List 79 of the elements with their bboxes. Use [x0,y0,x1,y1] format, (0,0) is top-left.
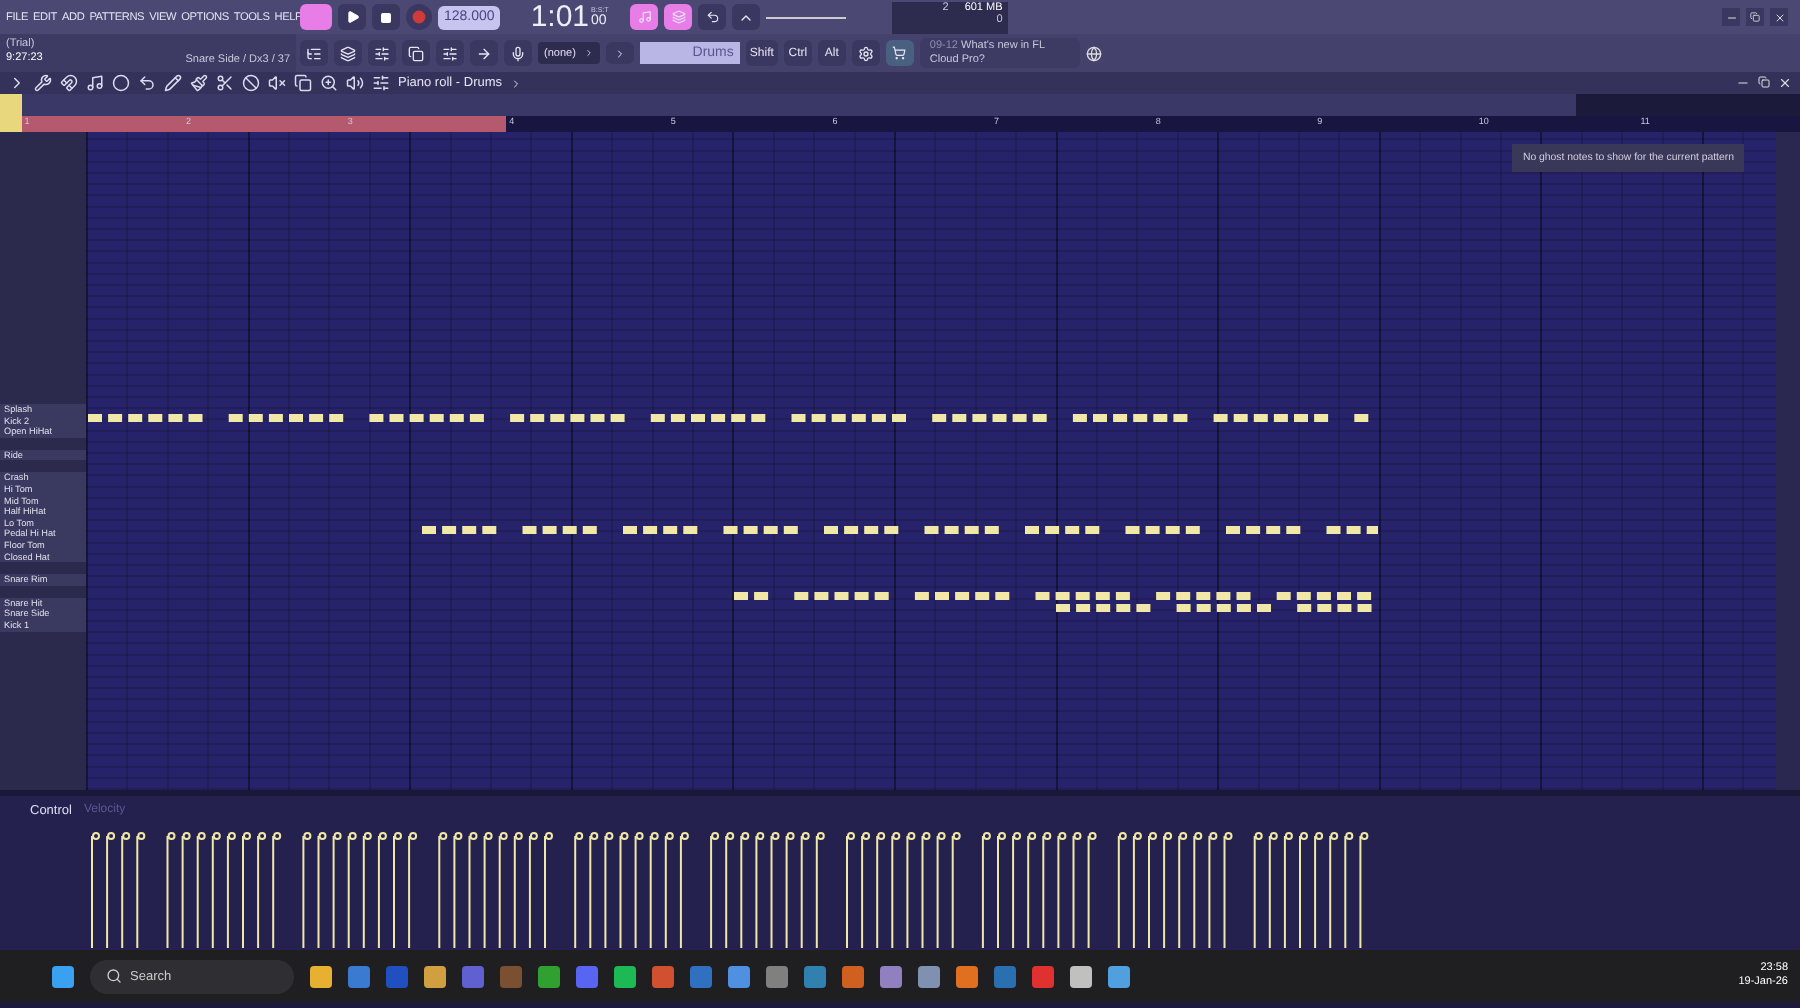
toolbar-button[interactable] [470,40,498,66]
record-icon [412,10,426,24]
app-icon[interactable] [804,965,826,987]
circle-icon[interactable] [112,74,130,92]
loop-button[interactable] [698,4,727,30]
app-icon[interactable] [614,965,636,987]
start-icon[interactable] [52,965,74,987]
mute-icon[interactable] [268,74,286,92]
pattern-mode-button[interactable] [300,4,332,30]
app-icon[interactable] [728,965,750,987]
stop-icon [380,11,392,23]
scroll-bar[interactable] [1776,132,1800,790]
zoom-icon[interactable] [320,74,338,92]
toolbar-button[interactable] [334,40,362,66]
cart-button[interactable] [885,40,914,66]
app-icon[interactable] [424,965,446,987]
wrench-icon[interactable] [34,74,52,92]
chevron-icon [583,48,594,58]
arrow-icon [476,45,492,61]
app-icon[interactable] [842,965,864,987]
chevron-icon [613,47,626,59]
note-icon [637,10,652,24]
speaker-icon[interactable] [346,74,364,92]
app-icon[interactable] [1108,965,1130,987]
chevron-icon[interactable] [8,74,26,92]
stop-button[interactable] [372,4,400,30]
close-icon [1773,11,1785,23]
pencil-icon[interactable] [164,74,182,92]
plugin-button[interactable] [851,40,880,66]
gear-icon [857,45,874,61]
restore-icon [1750,12,1760,22]
app-icon[interactable] [956,965,978,987]
copy-icon[interactable] [294,74,312,92]
toolbar-button[interactable] [436,40,464,66]
magnet-icon[interactable] [60,74,78,92]
note-icon[interactable] [86,74,104,92]
play-icon [345,10,359,24]
sliders-icon [442,45,458,61]
undo-icon[interactable] [138,74,156,92]
search-icon [106,968,122,984]
copy-icon [408,45,424,61]
app-icon[interactable] [880,965,902,987]
app-icon[interactable] [766,965,788,987]
close-button[interactable] [1770,8,1788,26]
scissors-icon[interactable] [216,74,234,92]
metronome-button[interactable] [732,4,761,30]
app-icon[interactable] [918,965,940,987]
undo-arrow-icon [705,10,720,24]
maximize-button[interactable] [1746,8,1764,26]
play-button[interactable] [338,4,366,30]
minimize-button[interactable] [1736,76,1750,90]
toolbar-button[interactable] [300,40,328,66]
minimize-button[interactable] [1722,8,1740,26]
step-view-button[interactable] [664,4,693,30]
app-icon[interactable] [310,965,332,987]
app-icon[interactable] [348,965,370,987]
app-icon[interactable] [1070,965,1092,987]
sliders-icon[interactable] [372,74,390,92]
app-icon[interactable] [652,965,674,987]
chevron-icon[interactable] [510,77,523,89]
ban-icon[interactable] [242,74,260,92]
close-button[interactable] [1778,76,1792,90]
toolbar-button[interactable] [402,40,430,66]
globe-icon[interactable] [1085,45,1102,61]
app-icon[interactable] [538,965,560,987]
time-display: 1:01 [530,2,590,32]
cart-icon [892,46,907,60]
maximize-button[interactable] [1758,76,1770,88]
microphone-icon [510,45,526,61]
brush-icon[interactable] [190,74,208,92]
minimize-icon [1725,11,1737,23]
toolbar-button[interactable] [368,40,396,66]
piano-view-button[interactable] [630,4,659,30]
layers-icon [671,10,686,24]
layers-icon [340,45,356,61]
sliders-icon [374,45,390,61]
tool-tab[interactable] [0,94,23,132]
toolbar-button[interactable] [504,40,532,66]
tree-icon [306,45,322,61]
